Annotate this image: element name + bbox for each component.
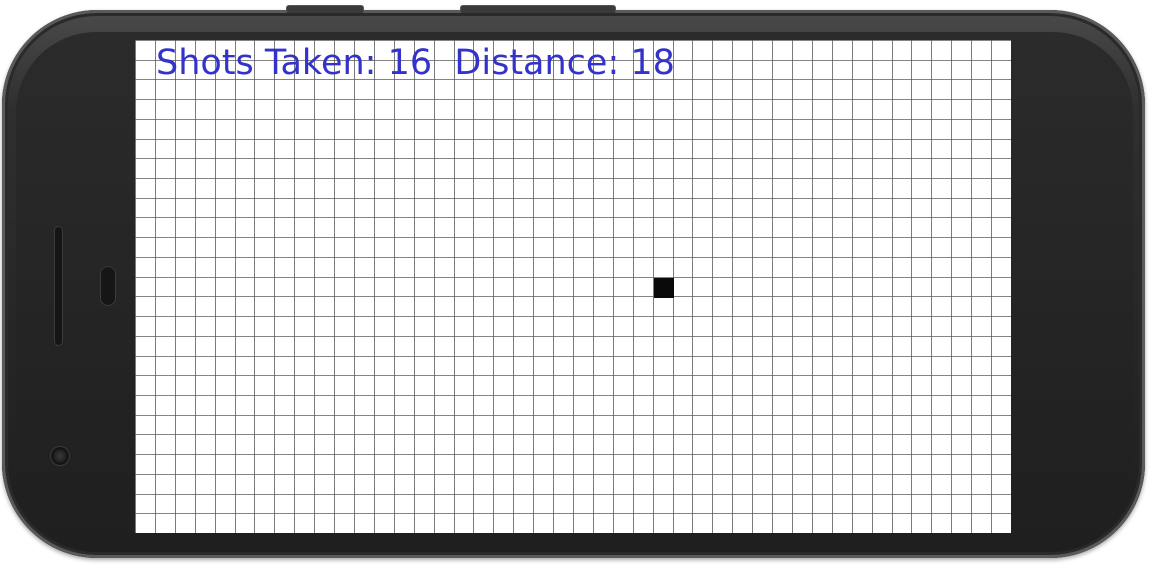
front-camera-icon [51, 447, 69, 465]
proximity-sensor [100, 266, 116, 306]
shots-taken-label: Shots Taken: [156, 43, 377, 83]
device-mockup: Shots Taken: 16 Distance: 18 [0, 0, 1151, 567]
power-button [460, 5, 616, 13]
shots-taken-value: 16 [387, 43, 433, 83]
target-cell [654, 278, 674, 298]
volume-button [286, 5, 364, 13]
distance-label: Distance: [454, 43, 620, 83]
speaker-grille [54, 226, 63, 346]
game-screen[interactable]: Shots Taken: 16 Distance: 18 [135, 40, 1011, 533]
grid-background [135, 40, 1011, 533]
game-grid[interactable] [135, 40, 1011, 533]
distance-value: 18 [630, 43, 675, 83]
hud-score-bar: Shots Taken: 16 Distance: 18 [156, 41, 675, 85]
